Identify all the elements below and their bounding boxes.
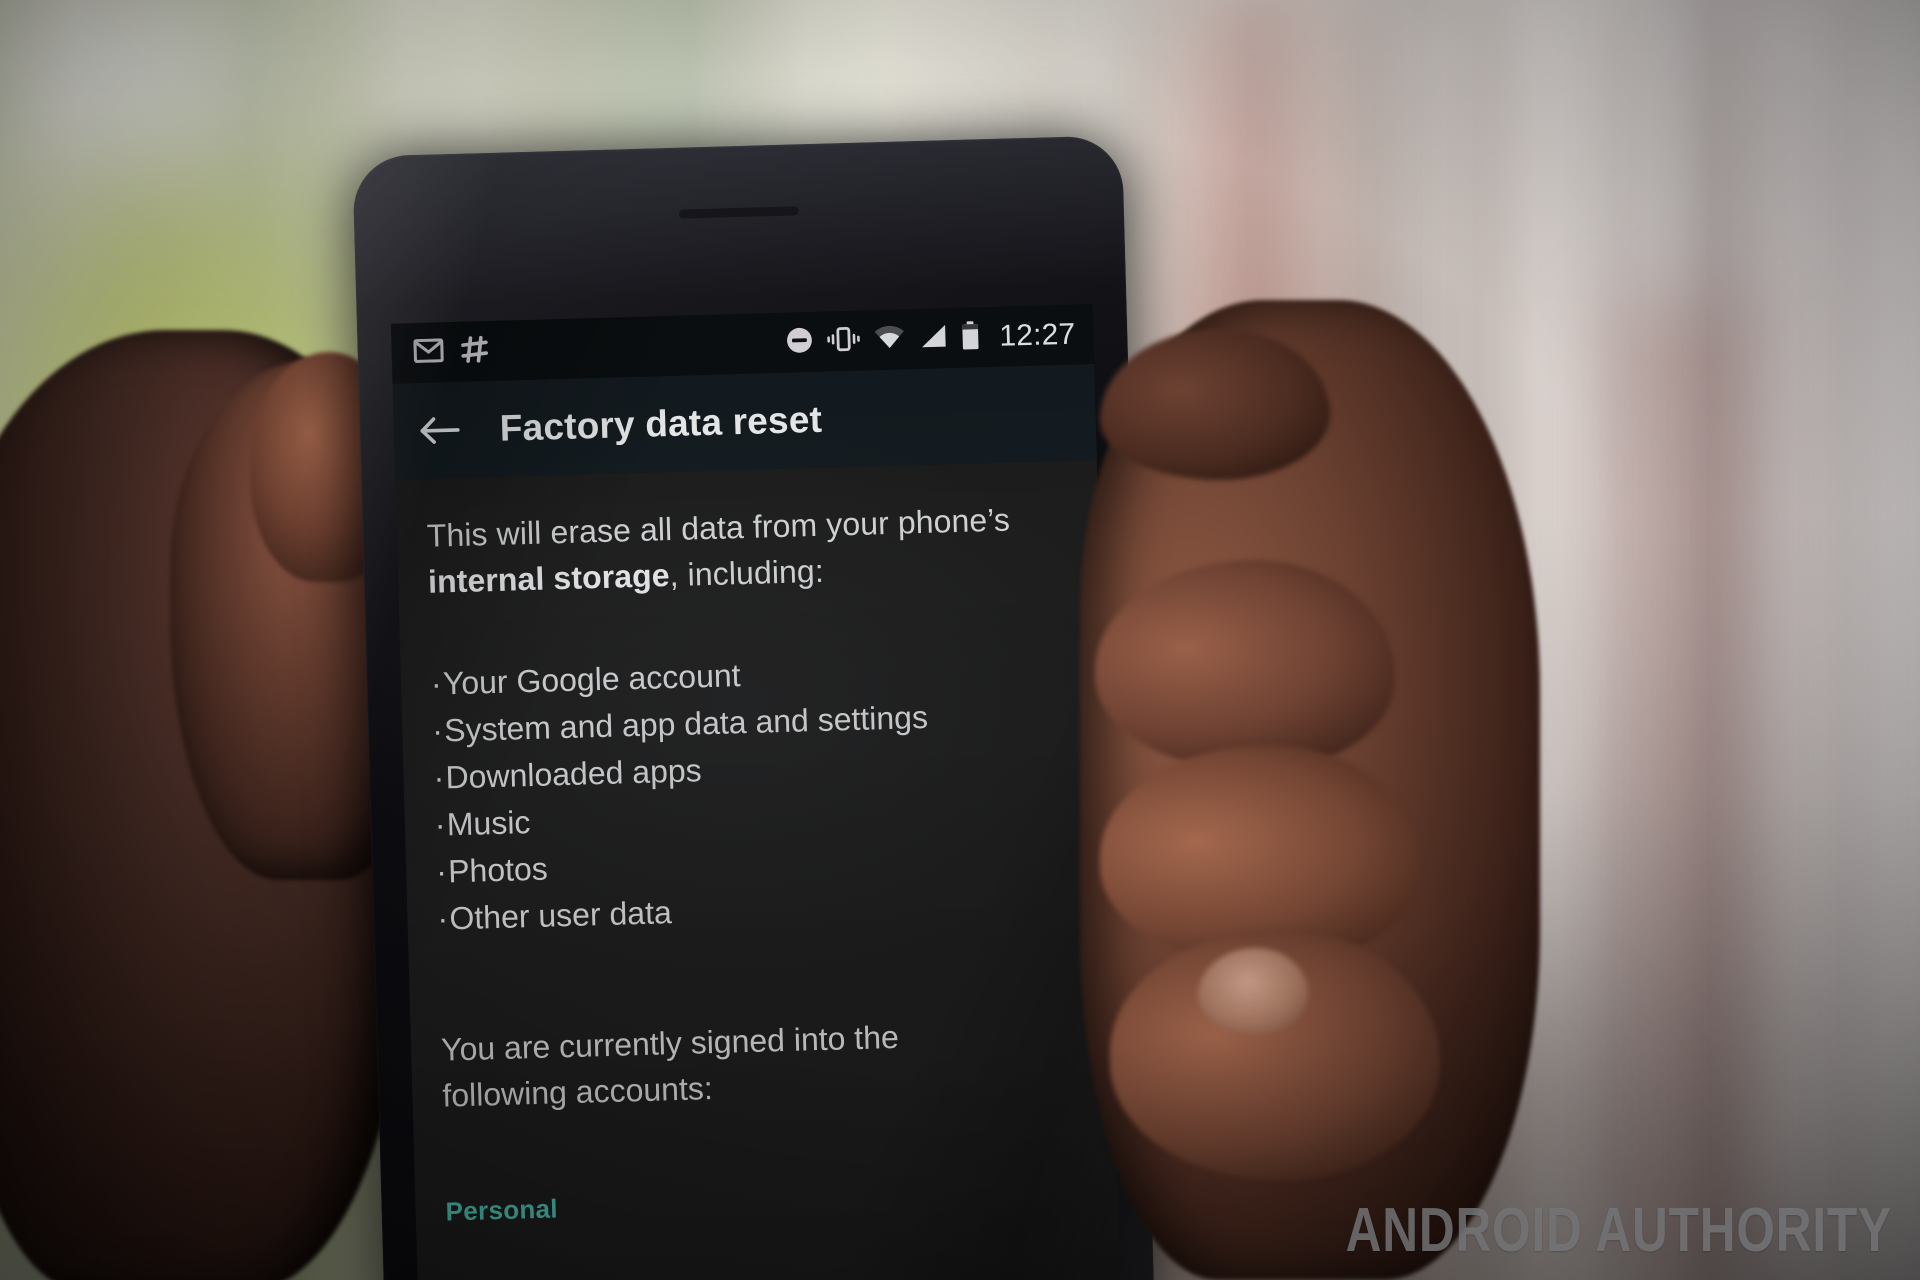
hand-fingernail <box>1198 948 1308 1034</box>
wifi-icon <box>873 324 906 355</box>
erase-items-list: ·Your Google account ·System and app dat… <box>430 643 1080 943</box>
erase-warning-suffix: , including: <box>669 552 825 594</box>
page-title: Factory data reset <box>499 398 823 449</box>
list-item-label: Downloaded apps <box>445 752 703 796</box>
battery-icon <box>960 320 981 356</box>
list-item-label: Photos <box>447 850 549 890</box>
erase-warning-paragraph: This will erase all data from your phone… <box>426 495 1070 605</box>
settings-content: This will erase all data from your phone… <box>395 460 1121 1280</box>
account-section-header: Personal <box>445 1193 559 1227</box>
smartphone-device: 12:27 Factory data reset This will erase… <box>352 135 1155 1280</box>
do-not-disturb-icon <box>785 325 814 359</box>
slack-icon <box>459 333 490 369</box>
list-item-label: System and app data and settings <box>443 698 929 749</box>
vibrate-icon <box>826 324 861 358</box>
watermark: ANDROID AUTHORITY <box>1345 1196 1892 1265</box>
status-bar-clock: 12:27 <box>998 317 1076 353</box>
status-bar-system-icons: 12:27 <box>785 317 1076 360</box>
list-item-label: Your Google account <box>442 657 741 702</box>
erase-warning-bold: internal storage <box>427 557 671 600</box>
earpiece-speaker <box>678 206 799 219</box>
phone-top-glow <box>352 135 1127 307</box>
list-item-label: Other user data <box>448 894 673 937</box>
gmail-icon <box>413 337 444 368</box>
back-arrow-icon[interactable] <box>417 407 464 454</box>
status-bar-notifications <box>413 333 490 370</box>
list-item-label: Music <box>446 804 531 843</box>
signed-in-accounts-note: You are currently signed into the follow… <box>440 1018 900 1114</box>
erase-warning-prefix: This will erase all data from your phone… <box>426 501 1011 554</box>
cellular-signal-icon <box>918 323 948 354</box>
phone-screen: 12:27 Factory data reset This will erase… <box>390 304 1121 1280</box>
photo-scene: 12:27 Factory data reset This will erase… <box>0 0 1920 1280</box>
